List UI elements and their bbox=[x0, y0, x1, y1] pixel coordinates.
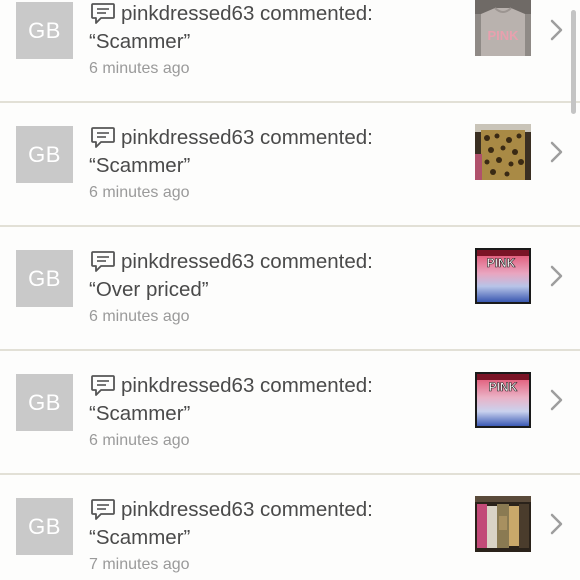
avatar[interactable]: GB bbox=[16, 498, 73, 555]
action-text: commented: bbox=[260, 250, 373, 273]
action-text: commented: bbox=[260, 374, 373, 397]
svg-text:PINK: PINK bbox=[487, 28, 519, 43]
comment-icon bbox=[91, 127, 115, 148]
notification-row[interactable]: GB pinkdressed63 commented: “Scammer” 6 … bbox=[0, 0, 580, 103]
chevron-right-icon[interactable] bbox=[546, 264, 566, 288]
username-link[interactable]: pinkdressed63 bbox=[121, 126, 254, 149]
comment-text: “Scammer” bbox=[89, 526, 191, 549]
action-text: commented: bbox=[260, 126, 373, 149]
timestamp: 6 minutes ago bbox=[89, 60, 190, 77]
avatar[interactable]: GB bbox=[16, 250, 73, 307]
notification-row[interactable]: GB pinkdressed63 commented: “Scammer” 7 … bbox=[0, 476, 580, 580]
notification-headline[interactable]: pinkdressed63 commented: bbox=[121, 374, 373, 398]
avatar-initials: GB bbox=[28, 17, 61, 43]
timestamp: 6 minutes ago bbox=[89, 308, 190, 325]
notification-headline[interactable]: pinkdressed63 commented: bbox=[121, 250, 373, 274]
thumb-text: PINK bbox=[487, 256, 516, 270]
avatar-initials: GB bbox=[28, 513, 61, 539]
username-link[interactable]: pinkdressed63 bbox=[121, 498, 254, 521]
comment-icon bbox=[91, 3, 115, 24]
action-text: commented: bbox=[260, 498, 373, 521]
chevron-right-icon[interactable] bbox=[546, 512, 566, 536]
notification-row[interactable]: GB pinkdressed63 commented: “Over priced… bbox=[0, 228, 580, 351]
listing-thumbnail[interactable]: PINK bbox=[475, 248, 531, 304]
username-link[interactable]: pinkdressed63 bbox=[121, 250, 254, 273]
comment-icon bbox=[91, 499, 115, 520]
listing-thumbnail[interactable] bbox=[475, 496, 531, 552]
notification-row[interactable]: GB pinkdressed63 commented: “Scammer” 6 … bbox=[0, 104, 580, 227]
thumb-text: PINK bbox=[489, 380, 518, 394]
chevron-right-icon[interactable] bbox=[546, 18, 566, 42]
notification-headline[interactable]: pinkdressed63 commented: bbox=[121, 126, 373, 150]
avatar-initials: GB bbox=[28, 141, 61, 167]
comment-text: “Scammer” bbox=[89, 402, 191, 425]
notification-feed: GB pinkdressed63 commented: “Scammer” 6 … bbox=[0, 0, 580, 580]
notification-headline[interactable]: pinkdressed63 commented: bbox=[121, 2, 373, 26]
avatar[interactable]: GB bbox=[16, 374, 73, 431]
avatar-initials: GB bbox=[28, 389, 61, 415]
comment-text: “Scammer” bbox=[89, 30, 191, 53]
comment-icon bbox=[91, 251, 115, 272]
avatar-initials: GB bbox=[28, 265, 61, 291]
comment-text: “Over priced” bbox=[89, 278, 209, 301]
username-link[interactable]: pinkdressed63 bbox=[121, 2, 254, 25]
listing-thumbnail[interactable]: PINK bbox=[475, 0, 531, 56]
listing-thumbnail[interactable]: PINK bbox=[475, 372, 531, 428]
notification-headline[interactable]: pinkdressed63 commented: bbox=[121, 498, 373, 522]
chevron-right-icon[interactable] bbox=[546, 140, 566, 164]
notification-row[interactable]: GB pinkdressed63 commented: “Scammer” 6 … bbox=[0, 352, 580, 475]
avatar[interactable]: GB bbox=[16, 2, 73, 59]
action-text: commented: bbox=[260, 2, 373, 25]
scrollbar[interactable] bbox=[571, 10, 576, 114]
avatar[interactable]: GB bbox=[16, 126, 73, 183]
timestamp: 6 minutes ago bbox=[89, 432, 190, 449]
comment-text: “Scammer” bbox=[89, 154, 191, 177]
username-link[interactable]: pinkdressed63 bbox=[121, 374, 254, 397]
listing-thumbnail[interactable] bbox=[475, 124, 531, 180]
timestamp: 6 minutes ago bbox=[89, 184, 190, 201]
chevron-right-icon[interactable] bbox=[546, 388, 566, 412]
comment-icon bbox=[91, 375, 115, 396]
timestamp: 7 minutes ago bbox=[89, 556, 190, 573]
